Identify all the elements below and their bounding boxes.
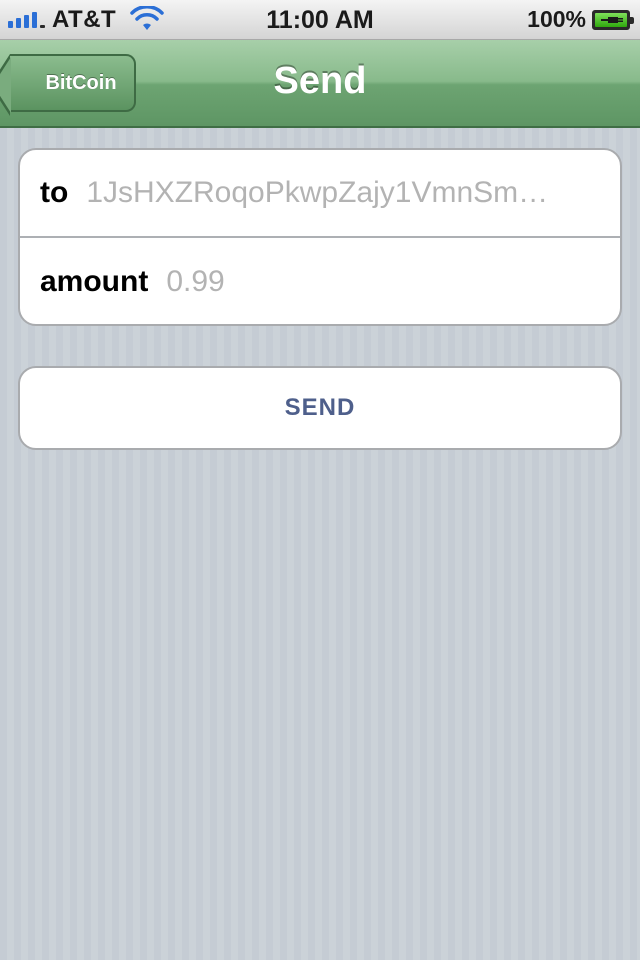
status-bar: AT&T 11:00 AM 100% xyxy=(0,0,640,40)
battery-percent: 100% xyxy=(527,6,586,32)
amount-field[interactable]: 0.99 xyxy=(166,265,620,299)
to-row: to 1JsHXZRoqoPkwpZajy1VmnSm… xyxy=(20,150,620,238)
battery-charging-icon xyxy=(592,10,634,30)
send-form: to 1JsHXZRoqoPkwpZajy1VmnSm… amount 0.99 xyxy=(18,148,622,326)
to-address-field[interactable]: 1JsHXZRoqoPkwpZajy1VmnSm… xyxy=(86,176,620,210)
amount-label: amount xyxy=(40,265,149,298)
back-button-label: BitCoin xyxy=(45,71,117,94)
amount-row: amount 0.99 xyxy=(20,238,620,324)
navigation-bar: BitCoin Send xyxy=(0,40,640,128)
to-label: to xyxy=(40,176,69,209)
send-button[interactable]: SEND xyxy=(18,366,622,450)
send-button-label: SEND xyxy=(284,394,356,421)
